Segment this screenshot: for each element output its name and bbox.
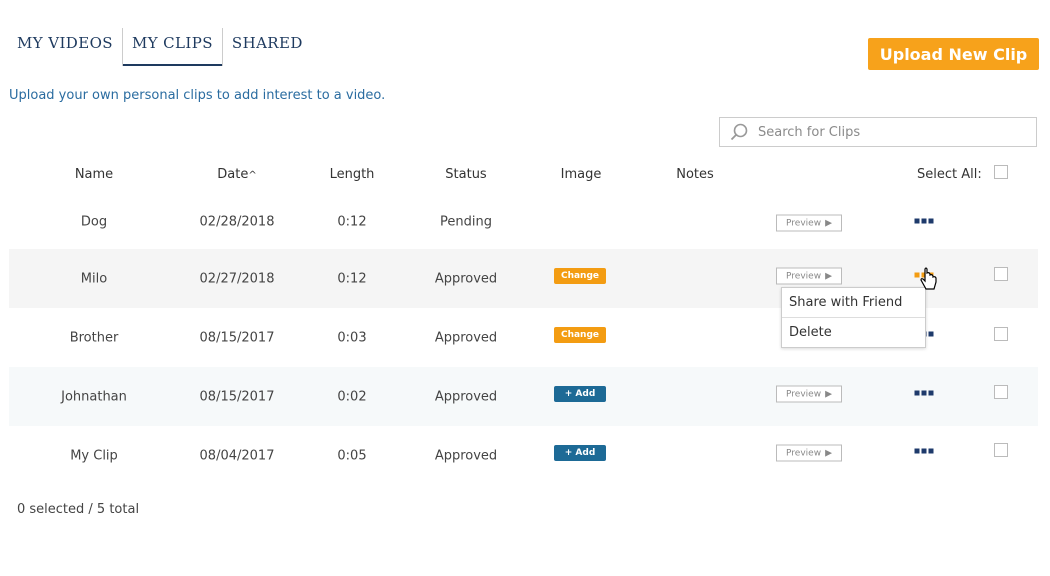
column-header-date[interactable]: Date^	[217, 167, 256, 182]
column-header-image: Image	[560, 167, 602, 182]
clip-tabs: MY VIDEOS MY CLIPS SHARED	[8, 28, 312, 66]
clip-status: Approved	[434, 389, 498, 404]
add-image-button[interactable]: + Add	[554, 445, 606, 461]
tab-my-videos[interactable]: MY VIDEOS	[8, 28, 123, 66]
sort-ascending-icon: ^	[248, 170, 257, 181]
preview-button[interactable]: Preview ▶	[776, 214, 842, 232]
clip-status: Approved	[434, 271, 498, 286]
preview-label: Preview	[786, 218, 822, 228]
preview-button[interactable]: Preview ▶	[776, 444, 842, 462]
search-icon	[730, 123, 748, 141]
search-input[interactable]	[756, 123, 1020, 141]
clip-date: 02/28/2018	[199, 214, 275, 229]
table-row: My Clip 08/04/2017 0:05 Approved + Add P…	[9, 426, 1038, 485]
play-icon: ▶	[825, 271, 832, 281]
clip-status: Approved	[434, 330, 498, 345]
column-header-name[interactable]: Name	[75, 167, 113, 182]
preview-button[interactable]: Preview ▶	[776, 385, 842, 403]
more-options-icon[interactable]	[914, 218, 934, 224]
clip-length: 0:05	[337, 448, 367, 463]
row-checkbox[interactable]	[994, 327, 1008, 341]
table-row: Dog 02/28/2018 0:12 Pending Preview ▶	[9, 192, 1038, 251]
column-header-status[interactable]: Status	[445, 167, 486, 182]
clip-name: Milo	[80, 271, 108, 286]
clip-date: 08/04/2017	[199, 448, 275, 463]
selection-count: 0 selected / 5 total	[17, 502, 140, 517]
column-header-length[interactable]: Length	[330, 167, 375, 182]
more-options-icon[interactable]	[914, 448, 934, 454]
preview-button[interactable]: Preview ▶	[776, 267, 842, 285]
play-icon: ▶	[825, 448, 832, 458]
clip-date: 02/27/2018	[199, 271, 275, 286]
clip-length: 0:12	[337, 271, 367, 286]
column-header-date-label: Date	[217, 167, 249, 182]
more-options-icon[interactable]	[914, 390, 934, 396]
preview-label: Preview	[786, 448, 822, 458]
hand-cursor-icon	[920, 267, 937, 290]
row-options-menu: Share with Friend Delete	[781, 287, 926, 348]
row-checkbox[interactable]	[994, 267, 1008, 281]
select-all-label: Select All:	[917, 167, 982, 182]
delete-menu-item[interactable]: Delete	[782, 317, 925, 347]
change-image-button[interactable]: Change	[554, 268, 606, 284]
upload-new-clip-button[interactable]: Upload New Clip	[868, 38, 1039, 70]
clip-length: 0:02	[337, 389, 367, 404]
clip-date: 08/15/2017	[199, 330, 275, 345]
column-header-notes: Notes	[676, 167, 714, 182]
row-checkbox[interactable]	[994, 443, 1008, 457]
row-checkbox[interactable]	[994, 385, 1008, 399]
clip-name: Dog	[80, 214, 108, 229]
share-with-friend-menu-item[interactable]: Share with Friend	[782, 288, 925, 317]
change-image-button[interactable]: Change	[554, 327, 606, 343]
clip-length: 0:12	[337, 214, 367, 229]
clip-name: Johnathan	[61, 389, 127, 404]
clip-name: My Clip	[70, 448, 118, 463]
page-description: Upload your own personal clips to add in…	[9, 88, 386, 103]
clip-name: Brother	[69, 330, 119, 345]
clip-date: 08/15/2017	[199, 389, 275, 404]
preview-label: Preview	[786, 271, 822, 281]
preview-label: Preview	[786, 389, 822, 399]
add-image-button[interactable]: + Add	[554, 386, 606, 402]
clip-status: Approved	[434, 448, 498, 463]
clip-status: Pending	[440, 214, 492, 229]
play-icon: ▶	[825, 389, 832, 399]
search-box[interactable]	[719, 117, 1037, 147]
select-all-checkbox[interactable]	[994, 165, 1008, 179]
play-icon: ▶	[825, 218, 832, 228]
clip-length: 0:03	[337, 330, 367, 345]
table-row: Johnathan 08/15/2017 0:02 Approved + Add…	[9, 367, 1038, 426]
tab-my-clips[interactable]: MY CLIPS	[122, 28, 223, 66]
tab-shared[interactable]: SHARED	[223, 28, 312, 66]
